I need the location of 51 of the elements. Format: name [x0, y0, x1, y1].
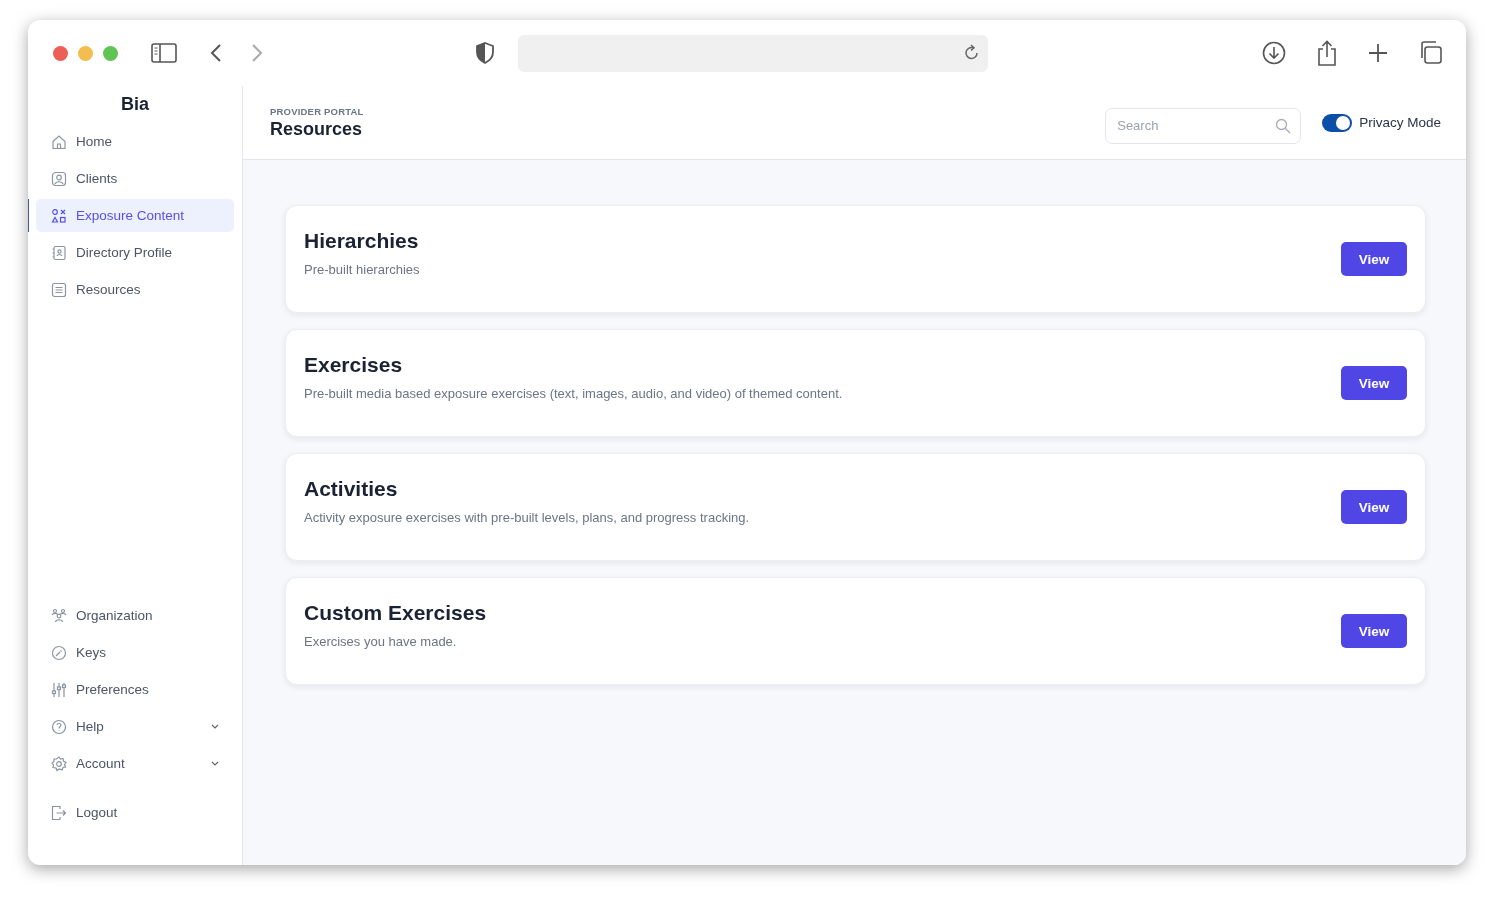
gear-icon: [51, 755, 67, 772]
sidebar-item[interactable]: Resources: [36, 273, 234, 306]
sidebar-item[interactable]: Clients: [36, 162, 234, 195]
tabs-overview-icon[interactable]: [1418, 41, 1442, 65]
logout-link[interactable]: Logout: [36, 796, 234, 829]
card-description: Activity exposure exercises with pre-built levels, plans, and progress tracking.: [304, 510, 751, 525]
sidebar-item[interactable]: Directory Profile: [36, 236, 234, 269]
privacy-toggle[interactable]: [1322, 113, 1353, 132]
page-title: Resources: [270, 118, 364, 140]
brand-name: Bia: [120, 94, 150, 115]
close-window-button[interactable]: [53, 45, 68, 61]
view-button[interactable]: View: [1341, 490, 1407, 524]
chevron-down-icon[interactable]: [211, 761, 219, 766]
card-description: Exercises you have made.: [304, 634, 458, 649]
list-icon: [51, 281, 67, 298]
back-icon[interactable]: [210, 43, 222, 63]
view-button[interactable]: View: [1341, 366, 1407, 400]
card-description: Pre-built hierarchies: [304, 262, 421, 277]
sidebar-item[interactable]: Account: [36, 747, 234, 780]
sidebar-item[interactable]: Preferences: [36, 673, 234, 706]
sidebar-item[interactable]: Keys: [36, 636, 234, 669]
plus-icon[interactable]: [1368, 43, 1388, 63]
help-icon: [51, 718, 67, 735]
key-icon: [51, 644, 67, 661]
search-field[interactable]: Search: [1105, 107, 1302, 144]
card-title: Custom Exercises: [304, 601, 488, 625]
home-icon: [51, 133, 67, 150]
card-title: Hierarchies: [304, 229, 420, 253]
download-icon[interactable]: [1262, 41, 1286, 65]
page-eyebrow: PROVIDER PORTAL: [270, 105, 364, 117]
user-icon: [51, 170, 67, 187]
sliders-icon: [51, 681, 67, 698]
shield-icon[interactable]: [476, 42, 494, 64]
sidebar-item[interactable]: Home: [36, 125, 234, 158]
sidebar-item[interactable]: Organization: [36, 599, 234, 632]
chevron-down-icon[interactable]: [211, 724, 219, 729]
shapes-icon: [51, 207, 67, 224]
share-icon[interactable]: [1316, 40, 1338, 66]
search-icon: [1275, 117, 1292, 134]
card-title: Activities: [304, 477, 399, 501]
reload-icon[interactable]: [964, 44, 980, 62]
view-button[interactable]: View: [1341, 614, 1407, 648]
toggle-label: Privacy Mode: [1359, 115, 1441, 130]
logout-icon: [51, 804, 67, 821]
view-button[interactable]: View: [1341, 242, 1407, 276]
card-title: Exercises: [304, 353, 404, 377]
sidebar-item[interactable]: Help: [36, 710, 234, 743]
sidebar-toggle-icon[interactable]: [151, 43, 177, 63]
book-icon: [51, 244, 67, 261]
people-icon: [51, 607, 67, 624]
card-description: Pre-built media based exposure exercises (text, images, audio, and video) of themed content.: [304, 386, 844, 401]
